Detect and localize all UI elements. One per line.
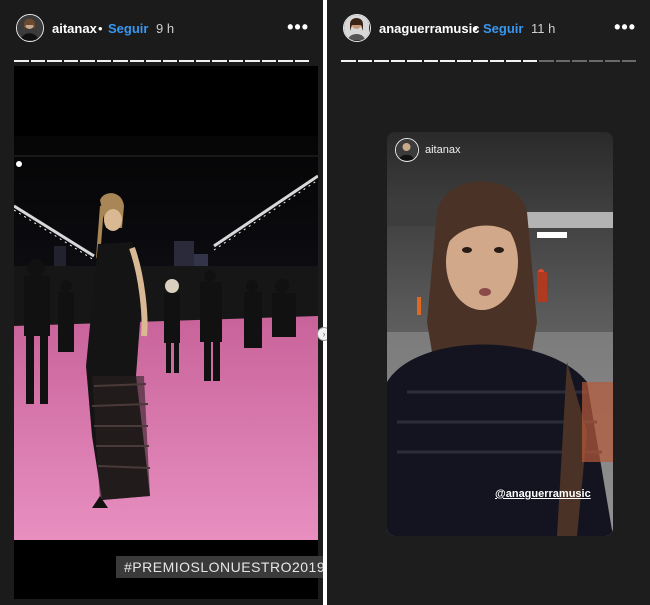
progress-segment bbox=[228, 60, 243, 62]
selfie-video-frame bbox=[387, 132, 613, 536]
avatar-image bbox=[344, 15, 369, 40]
progress-segment bbox=[506, 60, 521, 62]
progress-segment bbox=[489, 60, 504, 62]
username[interactable]: aitanax bbox=[52, 21, 97, 36]
story-panel-right[interactable]: anaguerramusic • Seguir 11 h ••• aitanax… bbox=[327, 0, 650, 605]
red-carpet-photo bbox=[14, 136, 318, 540]
progress-segment bbox=[588, 60, 603, 62]
progress-segment bbox=[179, 60, 194, 62]
progress-segment bbox=[473, 60, 488, 62]
progress-segment bbox=[572, 60, 587, 62]
progress-segment bbox=[63, 60, 78, 62]
inner-avatar bbox=[395, 138, 419, 162]
progress-segment bbox=[341, 60, 356, 62]
progress-segment bbox=[129, 60, 144, 62]
story-progress-bar bbox=[341, 60, 636, 63]
progress-segment bbox=[245, 60, 260, 62]
avatar[interactable] bbox=[16, 14, 44, 42]
progress-segment bbox=[456, 60, 471, 62]
more-options-icon[interactable]: ••• bbox=[287, 17, 309, 38]
story-header: anaguerramusic • Seguir 11 h ••• bbox=[327, 12, 650, 48]
progress-segment bbox=[374, 60, 389, 62]
progress-segment bbox=[440, 60, 455, 62]
progress-segment bbox=[30, 60, 45, 62]
progress-segment bbox=[357, 60, 372, 62]
reshared-video-card[interactable]: aitanax @anaguerramusic bbox=[387, 132, 613, 536]
progress-segment bbox=[278, 60, 293, 62]
progress-segment bbox=[522, 60, 537, 62]
more-options-icon[interactable]: ••• bbox=[614, 17, 636, 38]
progress-segment bbox=[555, 60, 570, 62]
story-header: aitanax • Seguir 9 h ••• bbox=[0, 12, 323, 48]
mention-sticker[interactable]: @anaguerramusic bbox=[495, 488, 591, 500]
progress-segment bbox=[390, 60, 405, 62]
hashtag-sticker[interactable]: #PREMIOSLONUESTRO2019 bbox=[116, 556, 323, 578]
avatar[interactable] bbox=[343, 14, 371, 42]
story-panel-left[interactable]: aitanax • Seguir 9 h ••• #PREMIOSLONUEST… bbox=[0, 0, 323, 605]
progress-segment bbox=[195, 60, 210, 62]
progress-segment bbox=[212, 60, 227, 62]
separator-dot: • bbox=[98, 21, 103, 36]
progress-segment bbox=[294, 60, 309, 62]
inner-username: aitanax bbox=[425, 144, 461, 156]
progress-segment bbox=[113, 60, 128, 62]
progress-segment bbox=[162, 60, 177, 62]
progress-segment bbox=[605, 60, 620, 62]
follow-button[interactable]: Seguir bbox=[483, 21, 523, 36]
progress-segment bbox=[423, 60, 438, 62]
progress-segment bbox=[621, 60, 636, 62]
timestamp: 9 h bbox=[156, 21, 175, 36]
separator-dot: • bbox=[473, 21, 478, 36]
progress-segment bbox=[146, 60, 161, 62]
progress-segment bbox=[96, 60, 111, 62]
timestamp: 11 h bbox=[531, 21, 556, 36]
progress-segment bbox=[407, 60, 422, 62]
progress-segment bbox=[47, 60, 62, 62]
progress-segment bbox=[14, 60, 29, 62]
username[interactable]: anaguerramusic bbox=[379, 21, 479, 36]
progress-segment bbox=[80, 60, 95, 62]
story-progress-bar bbox=[14, 60, 309, 63]
progress-segment bbox=[539, 60, 554, 62]
follow-button[interactable]: Seguir bbox=[108, 21, 148, 36]
avatar-image bbox=[17, 15, 42, 40]
progress-segment bbox=[261, 60, 276, 62]
